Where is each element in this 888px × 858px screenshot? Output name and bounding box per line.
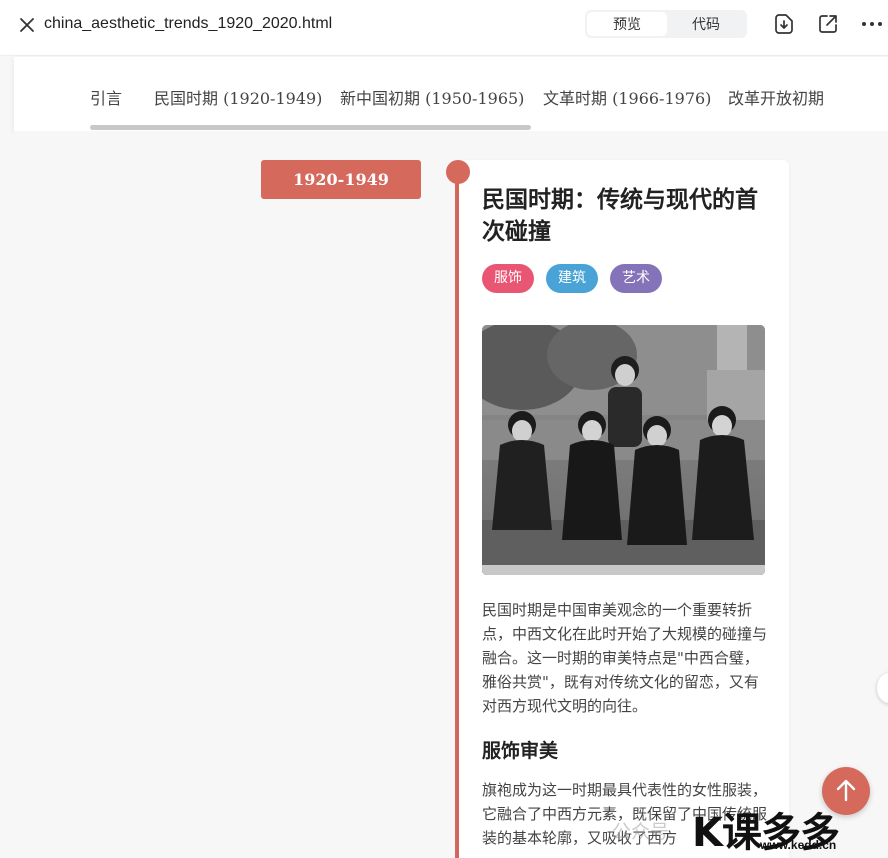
period-card: 民国时期：传统与现代的首次碰撞 服饰 建筑 艺术 民国时期是中国审美观念的一个重… [459, 160, 789, 858]
timeline-dot [446, 160, 470, 184]
nav-item-reform[interactable]: 改革开放初期 [728, 85, 824, 109]
year-badge: 1920-1949 [261, 160, 421, 199]
watermark-text: 公众号 [612, 822, 670, 843]
nav-item-intro[interactable]: 引言 [90, 85, 122, 109]
view-toggle: 预览 代码 [585, 10, 747, 38]
share-icon[interactable] [817, 13, 839, 35]
tag-list: 服饰 建筑 艺术 [482, 264, 662, 293]
nav-item-cultural-revolution[interactable]: 文革时期 (1966-1976) [543, 85, 711, 109]
close-icon[interactable] [16, 14, 38, 36]
nav-item-republic[interactable]: 民国时期 (1920-1949) [154, 85, 322, 109]
intro-paragraph: 民国时期是中国审美观念的一个重要转折点，中西文化在此时开始了大规模的碰撞与融合。… [482, 601, 768, 715]
historical-photo [482, 325, 765, 575]
more-icon[interactable] [861, 13, 883, 35]
tag-architecture: 建筑 [546, 264, 598, 293]
watermark-url: www.kedd.cn [760, 838, 837, 852]
tab-preview[interactable]: 预览 [587, 12, 667, 36]
section-nav: 引言 民国时期 (1920-1949) 新中国初期 (1950-1965) 文革… [14, 57, 888, 131]
download-icon[interactable] [773, 13, 795, 35]
timeline-content: 1920-1949 民国时期：传统与现代的首次碰撞 服饰 建筑 艺术 民国时期是… [14, 131, 888, 858]
nav-scrollbar[interactable] [90, 125, 531, 130]
card-title: 民国时期：传统与现代的首次碰撞 [482, 186, 758, 245]
tag-clothing: 服饰 [482, 264, 534, 293]
file-title: china_aesthetic_trends_1920_2020.html [44, 15, 333, 32]
section-heading: 服饰审美 [482, 740, 559, 762]
tag-art: 艺术 [610, 264, 662, 293]
nav-item-early-prc[interactable]: 新中国初期 (1950-1965) [340, 85, 524, 109]
top-bar: china_aesthetic_trends_1920_2020.html 预览… [0, 0, 888, 56]
tab-code[interactable]: 代码 [666, 12, 746, 36]
